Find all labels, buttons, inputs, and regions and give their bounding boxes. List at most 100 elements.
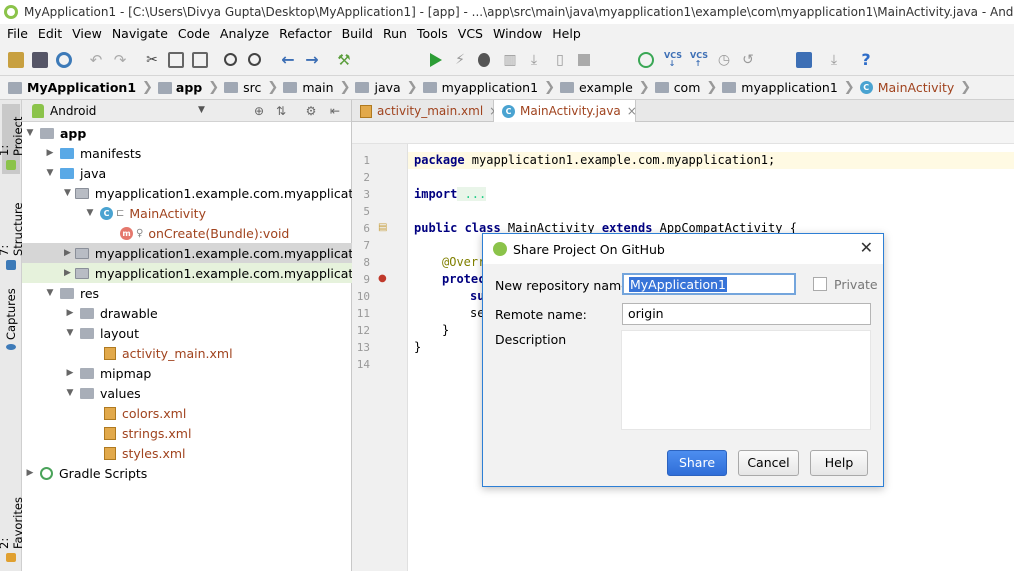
menu-view[interactable]: View [67,24,107,44]
forward-arrow-icon[interactable]: → [304,52,320,68]
chevron-down-icon[interactable]: ▼ [198,105,205,115]
menu-file[interactable]: File [2,24,33,44]
tree-item-package-test[interactable]: ▶ myapplication1.example.com.myapplicati… [22,263,389,283]
breadcrumb-java[interactable]: java [355,80,401,95]
close-icon[interactable]: ✕ [860,240,873,256]
paste-icon[interactable] [192,52,208,68]
breadcrumb-app[interactable]: app [157,80,202,95]
tree-item-app[interactable]: ▼ app [22,123,352,143]
breadcrumb-myapplication1[interactable]: myapplication1 [422,80,538,95]
override-gutter-icon[interactable]: ● [378,273,387,284]
menu-run[interactable]: Run [378,24,412,44]
collapsed-arrow-icon[interactable]: ▶ [64,368,76,378]
vcs-commit-icon[interactable]: VCS ↑ [690,52,708,68]
expanded-arrow-icon[interactable]: ▼ [44,168,56,178]
menu-code[interactable]: Code [173,24,215,44]
collapsed-arrow-icon[interactable]: ▶ [64,248,71,258]
help-button[interactable]: Help [810,450,868,476]
tree-item-mainactivity[interactable]: ▼ C ⊏ MainActivity [22,203,352,223]
menu-analyze[interactable]: Analyze [215,24,274,44]
tree-item-res[interactable]: ▼ res [22,283,352,303]
tab-favorites[interactable]: 2: Favorites [0,486,25,566]
stop-icon[interactable] [578,54,590,66]
revert-icon[interactable]: ↺ [740,52,756,68]
menu-help[interactable]: Help [547,24,586,44]
tab-activity-main-xml[interactable]: activity_main.xml × [352,100,499,122]
tab-project[interactable]: 1: Project [0,104,25,174]
cut-icon[interactable]: ✂ [144,52,160,68]
activity-gutter-icon[interactable]: ▤ [378,222,387,233]
tree-item-strings-xml[interactable]: strings.xml [22,423,352,443]
attach-debugger-icon[interactable]: ⤓ [526,52,542,68]
menu-vcs[interactable]: VCS [453,24,488,44]
menu-tools[interactable]: Tools [412,24,453,44]
history-icon[interactable]: ◷ [716,52,732,68]
tree-item-colors-xml[interactable]: colors.xml [22,403,352,423]
crosshair-icon[interactable]: ⊕ [252,104,266,118]
undo-icon[interactable]: ↶ [88,52,104,68]
breadcrumb-mainactivity[interactable]: C MainActivity [859,80,954,95]
menu-navigate[interactable]: Navigate [107,24,173,44]
expanded-arrow-icon[interactable]: ▼ [24,128,36,138]
collapsed-arrow-icon[interactable]: ▶ [24,468,36,478]
menu-refactor[interactable]: Refactor [274,24,336,44]
breadcrumb-example[interactable]: example [559,80,633,95]
collapsed-arrow-icon[interactable]: ▶ [44,148,56,158]
expanded-arrow-icon[interactable]: ▼ [84,208,96,218]
help-icon[interactable]: ? [858,52,874,68]
save-all-icon[interactable] [32,52,48,68]
breadcrumb-project[interactable]: MyApplication1 [8,80,136,95]
private-checkbox[interactable] [813,277,827,291]
project-structure-icon[interactable] [796,52,812,68]
dialog-title-bar[interactable]: Share Project On GitHub [483,234,883,264]
sdk-manager-icon[interactable]: ⤓ [826,52,842,68]
debug-icon[interactable] [478,53,490,67]
open-folder-icon[interactable] [8,52,24,68]
collapse-all-icon[interactable]: ⇅ [274,104,288,118]
close-icon[interactable]: × [627,104,637,118]
description-textarea[interactable] [621,330,871,430]
tab-structure[interactable]: 7: Structure [0,190,25,274]
tree-item-package-androidtest[interactable]: ▶ myapplication1.example.com.myapplicati… [22,243,389,263]
tab-mainactivity-java[interactable]: C MainActivity.java × [494,100,637,122]
folded-imports[interactable]: ... [457,187,487,201]
vcs-update-icon[interactable]: VCS ↓ [664,52,682,68]
run-icon[interactable] [430,53,442,67]
tree-item-mipmap[interactable]: ▶ mipmap [22,363,352,383]
menu-window[interactable]: Window [488,24,547,44]
remote-name-input[interactable]: origin [622,303,871,325]
redo-icon[interactable]: ↷ [112,52,128,68]
expanded-arrow-icon[interactable]: ▼ [64,188,71,198]
project-view-selector[interactable]: Android ▼ ⊕ ⇅ ⚙ ⇤ [22,100,351,122]
tree-item-drawable[interactable]: ▶ drawable [22,303,352,323]
sync-gradle-icon[interactable] [638,52,654,68]
tree-item-values[interactable]: ▼ values [22,383,352,403]
menu-edit[interactable]: Edit [33,24,67,44]
copy-icon[interactable] [168,52,184,68]
breadcrumb-com[interactable]: com [654,80,700,95]
collapsed-arrow-icon[interactable]: ▶ [64,308,76,318]
breadcrumb-src[interactable]: src [224,80,261,95]
expanded-arrow-icon[interactable]: ▼ [64,328,76,338]
tree-item-gradle-scripts[interactable]: ▶ Gradle Scripts [22,463,352,483]
share-button[interactable]: Share [667,450,727,476]
sync-icon[interactable] [56,52,72,68]
replace-icon[interactable] [248,53,261,66]
tree-item-oncreate[interactable]: m ♀ onCreate(Bundle):void [22,223,352,243]
gear-icon[interactable]: ⚙ [304,104,318,118]
find-icon[interactable] [224,53,237,66]
breadcrumb-myapplication1-pkg[interactable]: myapplication1 [722,80,838,95]
breadcrumb-main[interactable]: main [283,80,334,95]
cancel-button[interactable]: Cancel [738,450,799,476]
tree-item-styles-xml[interactable]: styles.xml [22,443,352,463]
repo-name-input[interactable]: MyApplication1 [622,273,796,295]
expanded-arrow-icon[interactable]: ▼ [64,388,76,398]
expanded-arrow-icon[interactable]: ▼ [44,288,56,298]
make-project-icon[interactable]: ⚒ [336,52,352,68]
hide-panel-icon[interactable]: ⇤ [328,104,342,118]
collapsed-arrow-icon[interactable]: ▶ [64,268,71,278]
profile-icon[interactable]: ▥ [502,52,518,68]
tab-captures[interactable]: Captures [2,288,20,354]
back-arrow-icon[interactable]: ← [280,52,296,68]
tree-item-layout[interactable]: ▼ layout [22,323,352,343]
